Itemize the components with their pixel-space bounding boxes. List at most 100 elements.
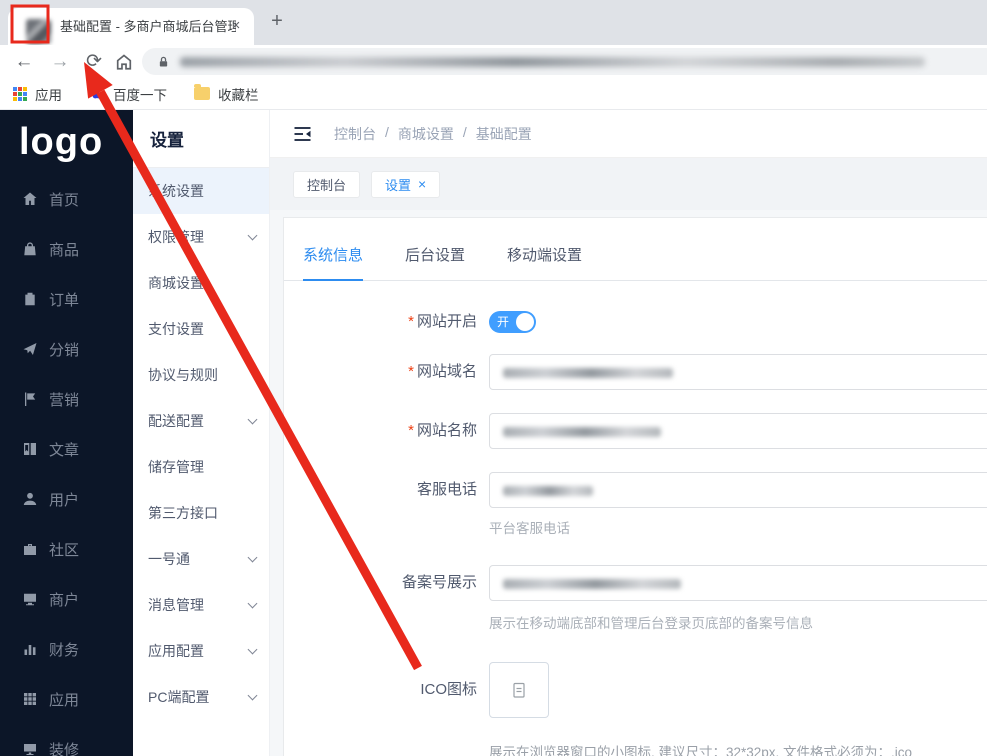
tab-mobile-settings[interactable]: 移动端设置 xyxy=(507,244,582,280)
breadcrumb-item[interactable]: 基础配置 xyxy=(476,124,532,144)
site-name-input[interactable] xyxy=(489,413,987,449)
submenu-title: 设置 xyxy=(133,110,269,168)
bookmarks-bar: 应用 百度一下 收藏栏 xyxy=(0,78,987,110)
sidebar-item-users[interactable]: 用户 xyxy=(0,474,133,524)
bookmark-apps[interactable]: 应用 xyxy=(13,84,62,104)
field-label: 客服电话 xyxy=(416,481,477,498)
tab-system-info[interactable]: 系统信息 xyxy=(303,244,364,281)
folder-icon xyxy=(194,84,210,100)
tab-close-icon[interactable]: × xyxy=(227,17,245,35)
sidebar-item-orders[interactable]: 订单 xyxy=(0,274,133,324)
chevron-down-icon xyxy=(247,414,258,424)
field-helper: 展示在移动端底部和管理后台登录页底部的备案号信息 xyxy=(489,616,813,631)
image-placeholder-icon xyxy=(513,682,525,698)
icp-input[interactable] xyxy=(489,565,987,601)
sidebar-item-decorate[interactable]: 装修 xyxy=(0,724,133,756)
grid-icon xyxy=(24,693,36,705)
form-row-site-domain: * 网站域名 xyxy=(284,354,987,390)
submenu-item-yihaotong[interactable]: 一号通 xyxy=(133,536,269,582)
close-tag-icon[interactable]: × xyxy=(418,176,426,192)
breadcrumb-item[interactable]: 商城设置 xyxy=(398,124,454,144)
user-icon xyxy=(23,492,37,505)
home-nav-icon xyxy=(23,192,37,205)
sidebar-item-label: 分销 xyxy=(49,341,80,359)
sidebar-item-home[interactable]: 首页 xyxy=(0,174,133,224)
home-icon[interactable] xyxy=(110,45,138,78)
submenu-item-delivery[interactable]: 配送配置 xyxy=(133,398,269,444)
submenu-item-thirdparty[interactable]: 第三方接口 xyxy=(133,490,269,536)
submenu-item-system[interactable]: 系统设置 xyxy=(133,168,269,214)
submenu-item-agreements[interactable]: 协议与规则 xyxy=(133,352,269,398)
site-domain-input[interactable] xyxy=(489,354,987,390)
submenu-item-permissions[interactable]: 权限管理 xyxy=(133,214,269,260)
breadcrumb-item[interactable]: 控制台 xyxy=(334,124,376,144)
field-helper: 展示在浏览器窗口的小图标, 建议尺寸：32*32px, 文件格式必须为：.ico xyxy=(489,745,913,756)
sidebar-item-label: 商品 xyxy=(49,241,80,259)
monitor-icon xyxy=(24,593,36,606)
bar-chart-icon xyxy=(24,645,36,655)
briefcase-icon xyxy=(24,544,36,555)
back-icon[interactable]: ← xyxy=(10,45,38,78)
url-bar[interactable] xyxy=(142,48,987,75)
sidebar-item-articles[interactable]: 文章 xyxy=(0,424,133,474)
sidebar-item-label: 营销 xyxy=(49,391,80,409)
chevron-down-icon xyxy=(247,230,258,240)
sidebar-item-finance[interactable]: 财务 xyxy=(0,624,133,674)
service-phone-input[interactable] xyxy=(489,472,987,508)
sidebar-item-goods[interactable]: 商品 xyxy=(0,224,133,274)
sidebar-item-apps[interactable]: 应用 xyxy=(0,674,133,724)
forward-icon[interactable]: → xyxy=(46,45,74,78)
field-label: * 网站域名 xyxy=(408,363,477,380)
sidebar-item-label: 用户 xyxy=(49,491,80,509)
bookmark-label: 应用 xyxy=(35,87,62,103)
new-tab-button[interactable]: + xyxy=(264,9,290,35)
tag-settings[interactable]: 设置 × xyxy=(371,170,441,198)
clipboard-icon xyxy=(25,292,35,306)
breadcrumb-separator: / xyxy=(462,123,467,140)
site-open-toggle[interactable]: 开 xyxy=(489,311,536,333)
display-icon xyxy=(24,744,36,755)
sidebar-item-distribution[interactable]: 分销 xyxy=(0,324,133,374)
collapse-menu-icon[interactable] xyxy=(293,125,312,143)
browser-window: 基础配置 - 多商户商城后台管理 × + ← → ⟳ 应用 百度一下 收藏栏 l… xyxy=(0,0,987,756)
tag-console[interactable]: 控制台 xyxy=(293,170,361,198)
bookmark-baidu[interactable]: 百度一下 xyxy=(89,84,167,104)
submenu-item-messages[interactable]: 消息管理 xyxy=(133,582,269,628)
redacted-value xyxy=(503,368,673,378)
sidebar-item-merchants[interactable]: 商户 xyxy=(0,574,133,624)
field-label: * 网站名称 xyxy=(408,422,477,439)
sidebar-item-label: 装修 xyxy=(49,741,80,756)
settings-tabs: 系统信息 后台设置 移动端设置 xyxy=(284,218,987,281)
reload-icon[interactable]: ⟳ xyxy=(80,45,108,78)
sidebar-item-marketing[interactable]: 营销 xyxy=(0,374,133,424)
lock-icon xyxy=(159,56,168,66)
ico-upload-box[interactable] xyxy=(489,662,549,718)
form-row-site-name: * 网站名称 xyxy=(284,413,987,449)
url-redacted xyxy=(180,56,925,67)
browser-navbar: ← → ⟳ xyxy=(0,45,987,78)
form-row-site-open: * 网站开启 开 xyxy=(284,304,987,340)
tab-backend-settings[interactable]: 后台设置 xyxy=(405,244,465,280)
sidebar-item-label: 订单 xyxy=(49,291,80,309)
breadcrumb-separator: / xyxy=(385,123,389,140)
bookmark-label: 百度一下 xyxy=(113,87,167,103)
field-label: * 网站开启 xyxy=(408,313,477,330)
system-info-form: * 网站开启 开 * 网站域名 * 网站名称 客服电话 平台客服电话 备案号展示… xyxy=(284,281,987,756)
submenu-item-payment[interactable]: 支付设置 xyxy=(133,306,269,352)
browser-tab[interactable]: 基础配置 - 多商户商城后台管理 × xyxy=(8,8,254,45)
submenu-item-appconfig[interactable]: 应用配置 xyxy=(133,628,269,674)
bookmark-label: 收藏栏 xyxy=(218,87,259,103)
apps-grid-icon xyxy=(13,86,27,101)
submenu-item-storage[interactable]: 储存管理 xyxy=(133,444,269,490)
secondary-sidebar: 设置 系统设置 权限管理 商城设置 支付设置 协议与规则 配送配置 储存管理 第… xyxy=(133,110,270,756)
bookmark-folder[interactable]: 收藏栏 xyxy=(194,84,259,104)
submenu-item-pcconfig[interactable]: PC端配置 xyxy=(133,674,269,720)
breadcrumb: 控制台 / 商城设置 / 基础配置 xyxy=(334,124,532,144)
form-row-service-phone: 客服电话 平台客服电话 xyxy=(284,472,987,537)
browser-tabstrip: 基础配置 - 多商户商城后台管理 × + xyxy=(0,0,987,45)
paper-plane-icon xyxy=(23,343,37,355)
book-icon xyxy=(24,443,36,455)
favicon-redacted xyxy=(26,19,51,44)
sidebar-item-community[interactable]: 社区 xyxy=(0,524,133,574)
submenu-item-mall[interactable]: 商城设置 xyxy=(133,260,269,306)
